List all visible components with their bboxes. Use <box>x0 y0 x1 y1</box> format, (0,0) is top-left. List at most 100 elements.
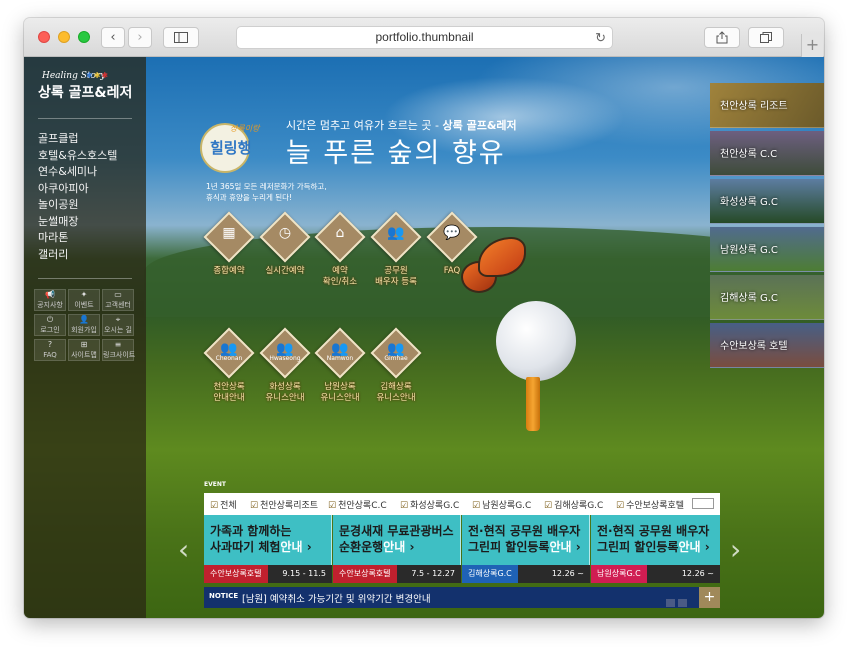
badge-title: 힐링행 <box>210 139 252 157</box>
card-date: 7.5 - 12.27 <box>411 569 455 578</box>
event-card[interactable]: 가족과 함께하는 사과따기 체험안내 › 수안보상록호텔 9.15 - 11.5 <box>204 515 332 583</box>
nav-item[interactable]: 놀이공원 <box>38 197 117 214</box>
notice-text[interactable]: [남원] 예약취소 가능기간 및 위약기간 변경안내 <box>242 591 431 605</box>
quick-event[interactable]: ✦ 이벤트 <box>68 289 100 311</box>
event-card[interactable]: 전·현직 공무원 배우자 그린피 할인등록안내 › 김해상록G.C 12.26 ~ <box>462 515 590 583</box>
reload-icon[interactable]: ↻ <box>595 27 606 48</box>
nav-item[interactable]: 아쿠아피아 <box>38 181 117 198</box>
golf-tee-image <box>526 377 540 431</box>
service-reservation[interactable]: ▦ <box>203 211 255 263</box>
back-button[interactable]: ‹ <box>101 27 125 48</box>
quick-label: FAQ <box>43 351 57 359</box>
quick-login[interactable]: ⏻ 로그인 <box>34 314 66 336</box>
event-card[interactable]: 문경새재 무료관광버스 순환운행안내 › 수안보상록호텔 7.5 - 12.27 <box>333 515 461 583</box>
filter-all[interactable]: ☑ 전체 <box>210 498 237 511</box>
filter-gimhae[interactable]: ☑ 김해상록G.C <box>544 498 603 511</box>
card-line: 사과따기 체험 <box>210 540 281 554</box>
sparkle-icon: ✦ <box>80 290 88 299</box>
browser-window: ‹ › portfolio.thumbnail ↻ + Healing Stor… <box>24 18 824 618</box>
quick-links[interactable]: ≡ 링크사이트 <box>102 339 135 361</box>
checkbox-icon: ☑ <box>328 501 337 511</box>
quick-support[interactable]: ▭ 고객센터 <box>102 289 134 311</box>
right-nav-label: 수안보상록 호텔 <box>720 341 788 352</box>
nav-item[interactable]: 연수&세미나 <box>38 164 117 181</box>
right-nav-item[interactable]: 김해상록 G.C <box>710 275 824 320</box>
maximize-window-button[interactable] <box>78 31 90 43</box>
event-card[interactable]: 전·현직 공무원 배우자 그린피 할인등록안내 › 남원상록G.C 12.26 ~ <box>591 515 720 583</box>
notice-more-button[interactable]: + <box>699 587 720 608</box>
quick-label: 회원가입 <box>71 326 97 334</box>
course-hwaseong[interactable]: 👥 Hwaseong <box>259 327 311 379</box>
service-realtime[interactable]: ◷ <box>259 211 311 263</box>
quick-notice[interactable]: 📢 공지사항 <box>34 289 66 311</box>
description-line: 휴식과 휴양을 누리게 된다! <box>206 193 293 202</box>
filter-label: 화성상록G.C <box>410 501 460 511</box>
right-nav-item[interactable]: 남원상록 G.C <box>710 227 824 272</box>
filter-hwaseong[interactable]: ☑ 화성상록G.C <box>400 498 459 511</box>
close-window-button[interactable] <box>38 31 50 43</box>
event-next-arrow[interactable]: › <box>730 533 741 566</box>
quick-label: 로그인 <box>40 326 60 334</box>
card-line: 전·현직 공무원 배우자 <box>468 524 581 538</box>
healing-badge: 상록이랑 힐링행 <box>200 117 292 177</box>
sitemap-icon: ⊞ <box>80 340 88 349</box>
filter-label: 남원상록G.C <box>482 501 532 511</box>
filter-label: 천안상록C.C <box>338 501 387 511</box>
course-gimhae[interactable]: 👥 Gimhae <box>370 327 422 379</box>
new-tab-button[interactable]: + <box>801 34 823 57</box>
course-en-label: Namwon <box>326 355 354 362</box>
site-logo[interactable]: 상록 골프&레저 <box>38 82 132 102</box>
right-nav-item[interactable]: 천안상록 리조트 <box>710 83 824 128</box>
quick-directions[interactable]: ⌖ 오시는 길 <box>102 314 134 336</box>
checkbox-icon: ☑ <box>616 501 625 511</box>
filter-label: 수안보상록호텔 <box>626 501 685 511</box>
share-button[interactable] <box>704 27 740 48</box>
event-prev-arrow[interactable]: ‹ <box>178 533 189 566</box>
filter-suanbo[interactable]: ☑ 수안보상록호텔 <box>616 498 684 511</box>
filter-namwon[interactable]: ☑ 남원상록G.C <box>472 498 531 511</box>
filter-label: 천안상록리조트 <box>260 501 319 511</box>
sidebar-toggle-button[interactable] <box>163 27 199 48</box>
right-nav-item[interactable]: 천안상록 C.C <box>710 131 824 176</box>
quick-sitemap[interactable]: ⊞ 사이트맵 <box>68 339 100 361</box>
card-tag: 수안보상록호텔 <box>333 565 397 583</box>
user-icon: 👤 <box>79 315 89 324</box>
course-label[interactable]: 김해상록 유니스안내 <box>361 382 431 404</box>
quick-signup[interactable]: 👤 회원가입 <box>68 314 100 336</box>
course-namwon[interactable]: 👥 Namwon <box>314 327 366 379</box>
checkbox-icon: ☑ <box>400 501 409 511</box>
filter-pager[interactable] <box>692 498 714 509</box>
nav-item[interactable]: 마라톤 <box>38 230 117 247</box>
service-spouse[interactable]: 👥 <box>370 211 422 263</box>
right-nav-item[interactable]: 화성상록 G.C <box>710 179 824 224</box>
nav-item[interactable]: 호텔&유스호스텔 <box>38 148 117 165</box>
tabs-overview-button[interactable] <box>748 27 784 48</box>
house-icon: ⌂ <box>335 225 345 241</box>
forward-button[interactable]: › <box>128 27 152 48</box>
golf-ball-image <box>496 301 576 381</box>
right-nav-label: 천안상록 C.C <box>720 149 778 160</box>
quick-label: 오시는 길 <box>104 326 132 334</box>
quick-label: 고객센터 <box>105 301 131 309</box>
filter-cheonan-resort[interactable]: ☑ 천안상록리조트 <box>250 498 318 511</box>
title-bar: ‹ › portfolio.thumbnail ↻ + <box>24 18 824 57</box>
minimize-window-button[interactable] <box>58 31 70 43</box>
nav-item[interactable]: 골프클럽 <box>38 131 117 148</box>
service-confirm[interactable]: ⌂ <box>314 211 366 263</box>
course-cheonan[interactable]: 👥 Cheonan <box>203 327 255 379</box>
card-more: 안내 <box>678 540 701 554</box>
description-line: 1년 365일 모든 레저문화가 가득하고, <box>206 182 327 191</box>
people-icon: 👥 <box>387 225 405 241</box>
address-bar[interactable]: portfolio.thumbnail ↻ <box>236 26 613 49</box>
filter-cheonan-cc[interactable]: ☑ 천안상록C.C <box>328 498 387 511</box>
nav-item[interactable]: 눈썰매장 <box>38 214 117 231</box>
clock-icon: ◷ <box>278 225 292 241</box>
card-tag: 수안보상록호텔 <box>204 565 268 583</box>
divider <box>38 118 132 119</box>
notice-pager[interactable] <box>666 593 688 607</box>
quick-faq[interactable]: ? FAQ <box>34 339 66 361</box>
nav-item[interactable]: 갤러리 <box>38 247 117 264</box>
card-date: 9.15 - 11.5 <box>282 569 326 578</box>
web-page: Healing Story ✱✱✱ 상록 골프&레저 골프클럽 호텔&유스호스텔… <box>24 57 824 618</box>
right-nav-item[interactable]: 수안보상록 호텔 <box>710 323 824 368</box>
